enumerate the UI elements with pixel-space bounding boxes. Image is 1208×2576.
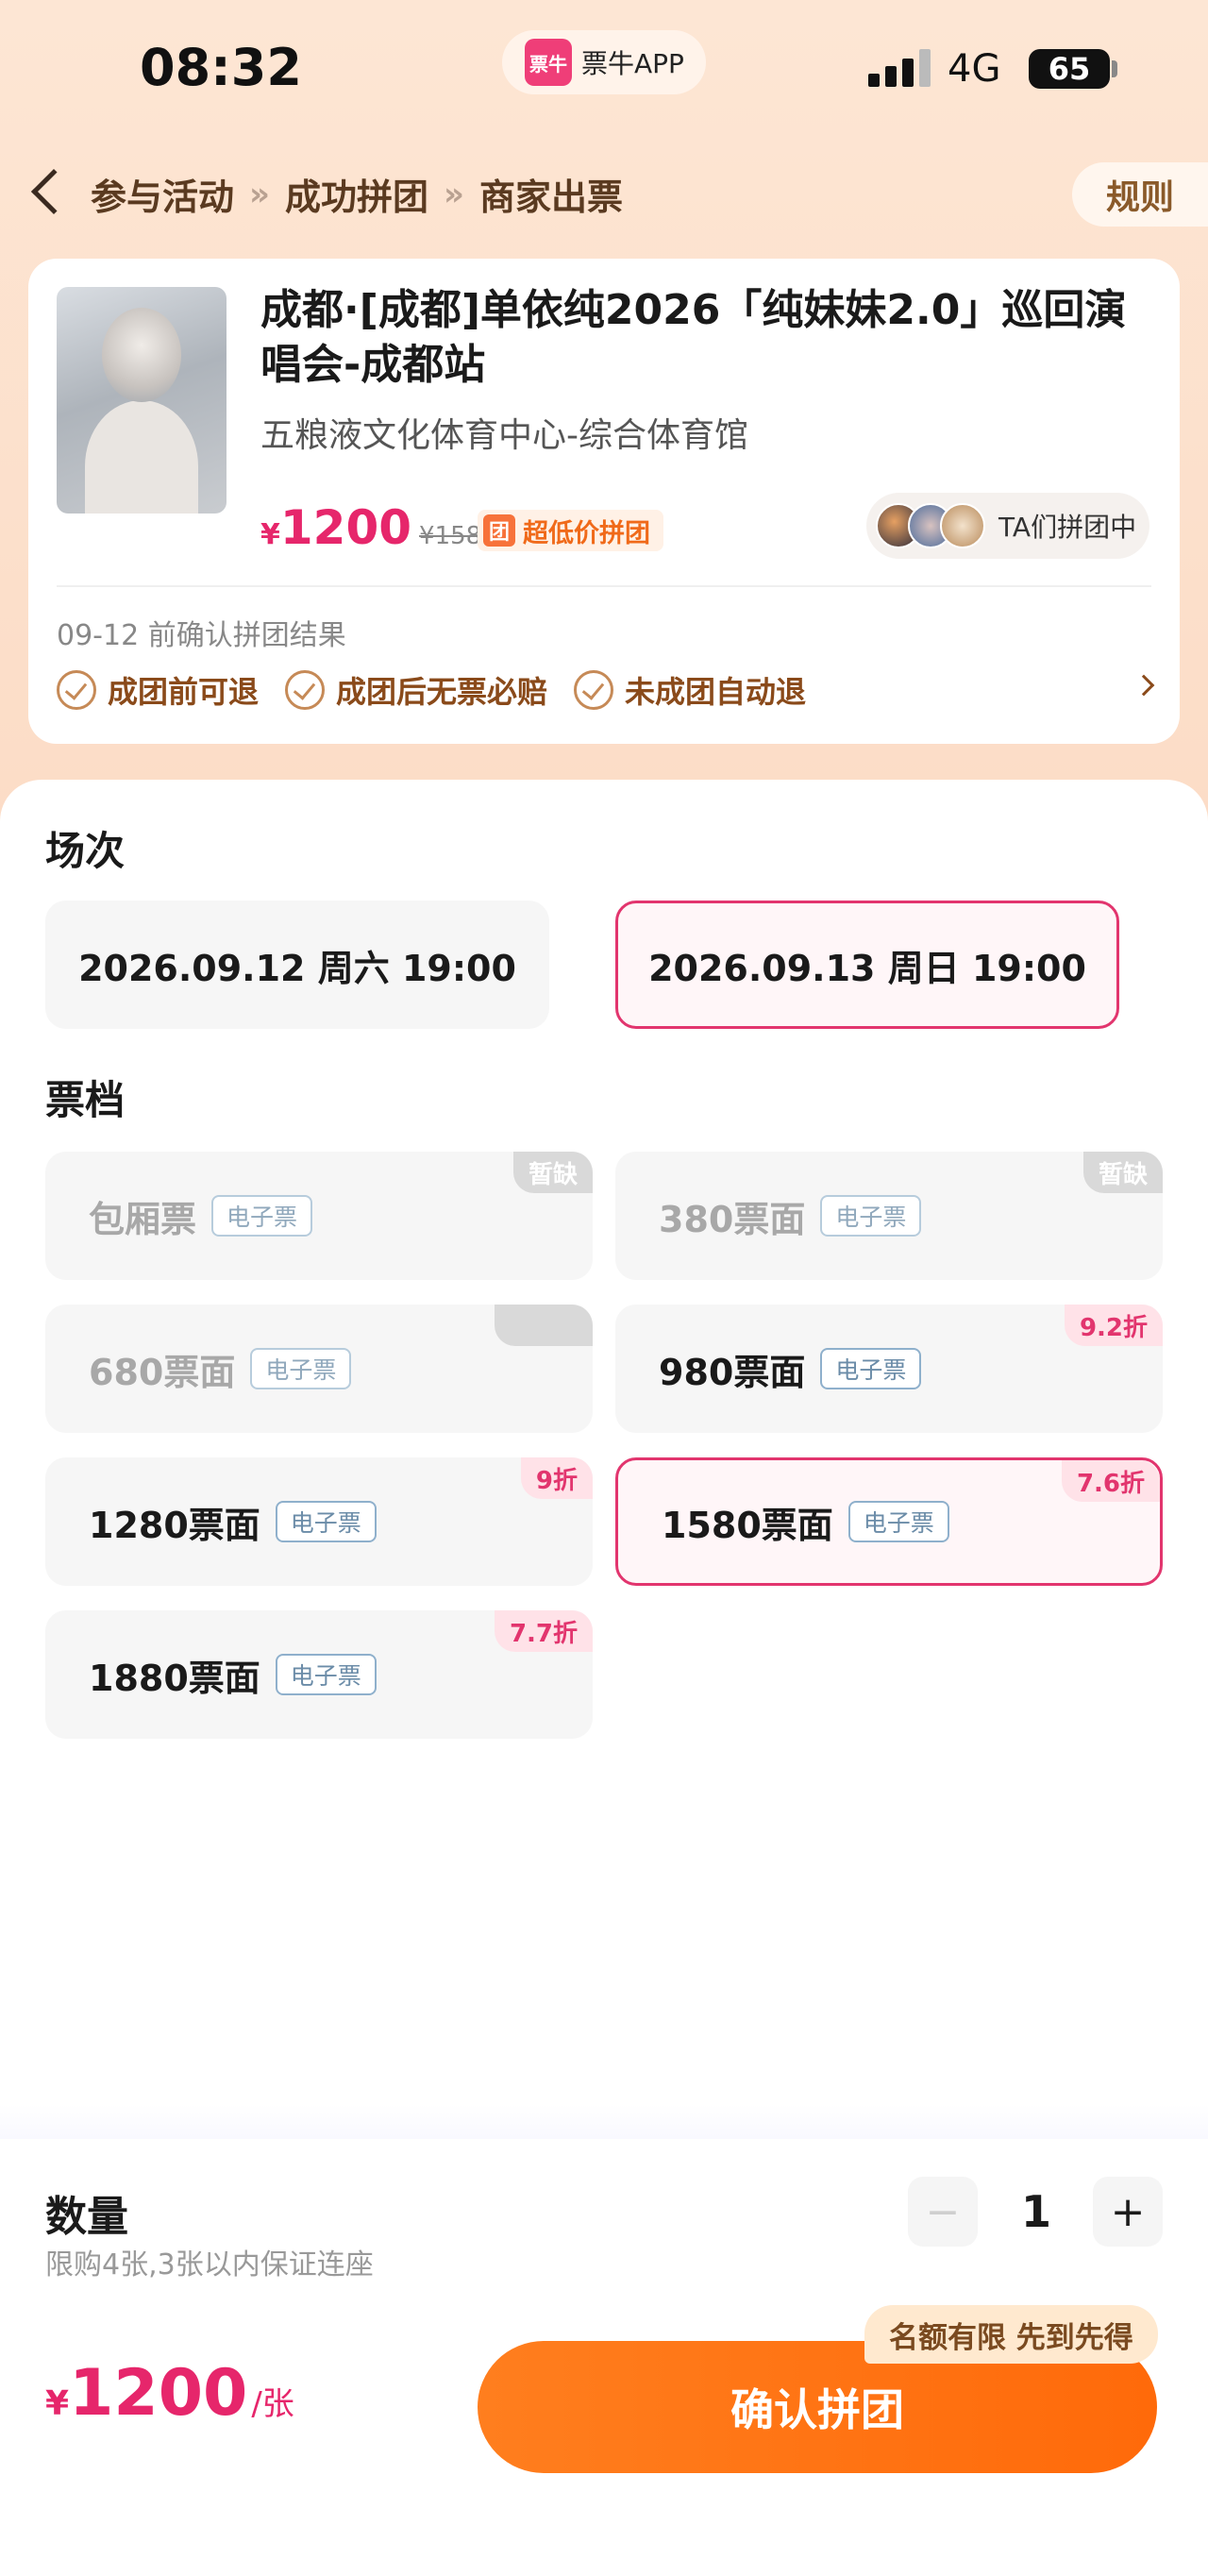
tier-option-380[interactable]: 380票面 电子票 暂缺 (615, 1152, 1163, 1280)
tier-name: 1880票面 (89, 1657, 260, 1699)
breadcrumb-step: 参与活动 (91, 177, 235, 218)
session-option[interactable]: 2026.09.12 周六 19:00 (45, 901, 549, 1029)
guarantee-label: 成团后无票必赔 (336, 674, 548, 710)
group-status-text: TA们拼团中 (998, 512, 1137, 543)
app-source-pill[interactable]: 票牛 票牛APP (502, 30, 706, 94)
status-time: 08:32 (140, 38, 302, 97)
divider (57, 585, 1151, 587)
check-circle-icon (285, 670, 326, 710)
guarantee-item: 成团后无票必赔 (285, 668, 547, 712)
battery-icon: 65 (1029, 49, 1110, 89)
quantity-title: 数量 (45, 2193, 128, 2241)
e-ticket-tag: 电子票 (275, 1654, 377, 1695)
session-option-selected[interactable]: 2026.09.13 周日 19:00 (615, 901, 1119, 1029)
guarantee-label: 未成团自动退 (625, 674, 807, 710)
tier-option-box[interactable]: 包厢票 电子票 暂缺 (45, 1152, 593, 1280)
breadcrumb: 参与活动 » 成功拼团 » 商家出票 (91, 168, 623, 220)
quantity-value: 1 (1020, 2186, 1051, 2237)
price-symbol: ¥ (260, 518, 280, 551)
breadcrumb-step: 商家出票 (478, 177, 623, 218)
guarantee-list: 成团前可退 成团后无票必赔 未成团自动退 (57, 668, 832, 712)
breadcrumb-step: 成功拼团 (284, 177, 428, 218)
tier-name: 380票面 (659, 1198, 806, 1240)
tier-name: 包厢票 (89, 1198, 197, 1240)
tier-option-980[interactable]: 980票面 电子票 9.2折 (615, 1305, 1163, 1433)
tier-section-title: 票档 (45, 1077, 126, 1123)
e-ticket-tag: 电子票 (275, 1501, 377, 1542)
poster-figure-body (85, 400, 198, 514)
avatar (940, 503, 985, 548)
plus-button[interactable]: + (1093, 2177, 1163, 2247)
guarantee-item: 未成团自动退 (574, 668, 806, 712)
app-name: 票牛APP (581, 48, 684, 79)
tier-option-1880[interactable]: 1880票面 电子票 7.7折 (45, 1610, 593, 1739)
discount-badge: 7.7折 (494, 1610, 593, 1652)
tier-option-680[interactable]: 680票面 电子票 (45, 1305, 593, 1433)
e-ticket-tag: 电子票 (211, 1195, 313, 1237)
event-poster (57, 287, 226, 514)
sold-out-badge: 暂缺 (512, 1152, 593, 1193)
check-circle-icon (57, 670, 96, 710)
unit-price: ¥ 1200 /张 (45, 2356, 294, 2431)
event-card[interactable]: 成都·[成都]单依纯2026「纯妹妹2.0」巡回演唱会-成都站 五粮液文化体育中… (28, 259, 1180, 744)
signal-icon (868, 47, 934, 87)
e-ticket-tag: 电子票 (820, 1348, 922, 1389)
sold-out-badge: 暂缺 (1082, 1152, 1163, 1193)
chevron-double-icon: » (249, 175, 270, 213)
price-value: 1200 (279, 500, 412, 555)
check-circle-icon (574, 670, 614, 710)
poster-figure-head (102, 308, 181, 402)
quantity-limit-note: 限购4张,3张以内保证连座 (45, 2248, 374, 2281)
price-symbol: ¥ (45, 2384, 70, 2423)
network-type: 4G (948, 47, 1001, 91)
session-section-title: 场次 (45, 828, 126, 874)
price-value: 1200 (69, 2356, 248, 2431)
chevron-right-icon[interactable] (1132, 674, 1155, 697)
e-ticket-tag: 电子票 (847, 1501, 949, 1542)
tier-name: 980票面 (659, 1351, 806, 1393)
discount-badge: 9.2折 (1064, 1305, 1163, 1346)
tier-name: 1580票面 (662, 1504, 833, 1546)
e-ticket-tag: 电子票 (820, 1195, 922, 1237)
e-ticket-tag: 电子票 (250, 1348, 352, 1389)
limited-quota-hint: 名额有限 先到先得 (864, 2305, 1158, 2364)
guarantee-label: 成团前可退 (108, 674, 260, 710)
deal-tag-label: 超低价拼团 (523, 518, 650, 548)
app-logo-icon: 票牛 (525, 39, 572, 86)
tier-name: 1280票面 (89, 1504, 260, 1546)
discount-badge: 7.6折 (1061, 1460, 1160, 1502)
event-price: ¥ 1200 ¥1580 (260, 500, 497, 555)
chevron-double-icon: » (444, 175, 464, 213)
rules-button[interactable]: 规则 (1072, 162, 1208, 227)
event-venue: 五粮液文化体育中心-综合体育馆 (260, 416, 748, 455)
event-title: 成都·[成都]单依纯2026「纯妹妹2.0」巡回演唱会-成都站 (260, 286, 1127, 389)
price-unit: /张 (251, 2385, 294, 2423)
discount-badge: 9折 (520, 1457, 593, 1499)
guarantee-item: 成团前可退 (57, 668, 259, 712)
group-members-pill[interactable]: TA们拼团中 (866, 493, 1149, 559)
divider (0, 2105, 1208, 2143)
selection-sheet: 场次 2026.09.12 周六 19:00 2026.09.13 周日 19:… (0, 780, 1208, 2139)
tier-name: 680票面 (89, 1351, 236, 1393)
status-badge (495, 1305, 593, 1346)
confirm-date-note: 09-12 前确认拼团结果 (57, 619, 346, 652)
group-deal-icon: 团 (483, 514, 515, 547)
battery-tip (1112, 60, 1117, 77)
deal-tag: 团 超低价拼团 (478, 510, 663, 551)
tier-option-1280[interactable]: 1280票面 电子票 9折 (45, 1457, 593, 1586)
tier-option-1580-selected[interactable]: 1580票面 电子票 7.6折 (615, 1457, 1163, 1586)
minus-button[interactable]: − (908, 2177, 978, 2247)
